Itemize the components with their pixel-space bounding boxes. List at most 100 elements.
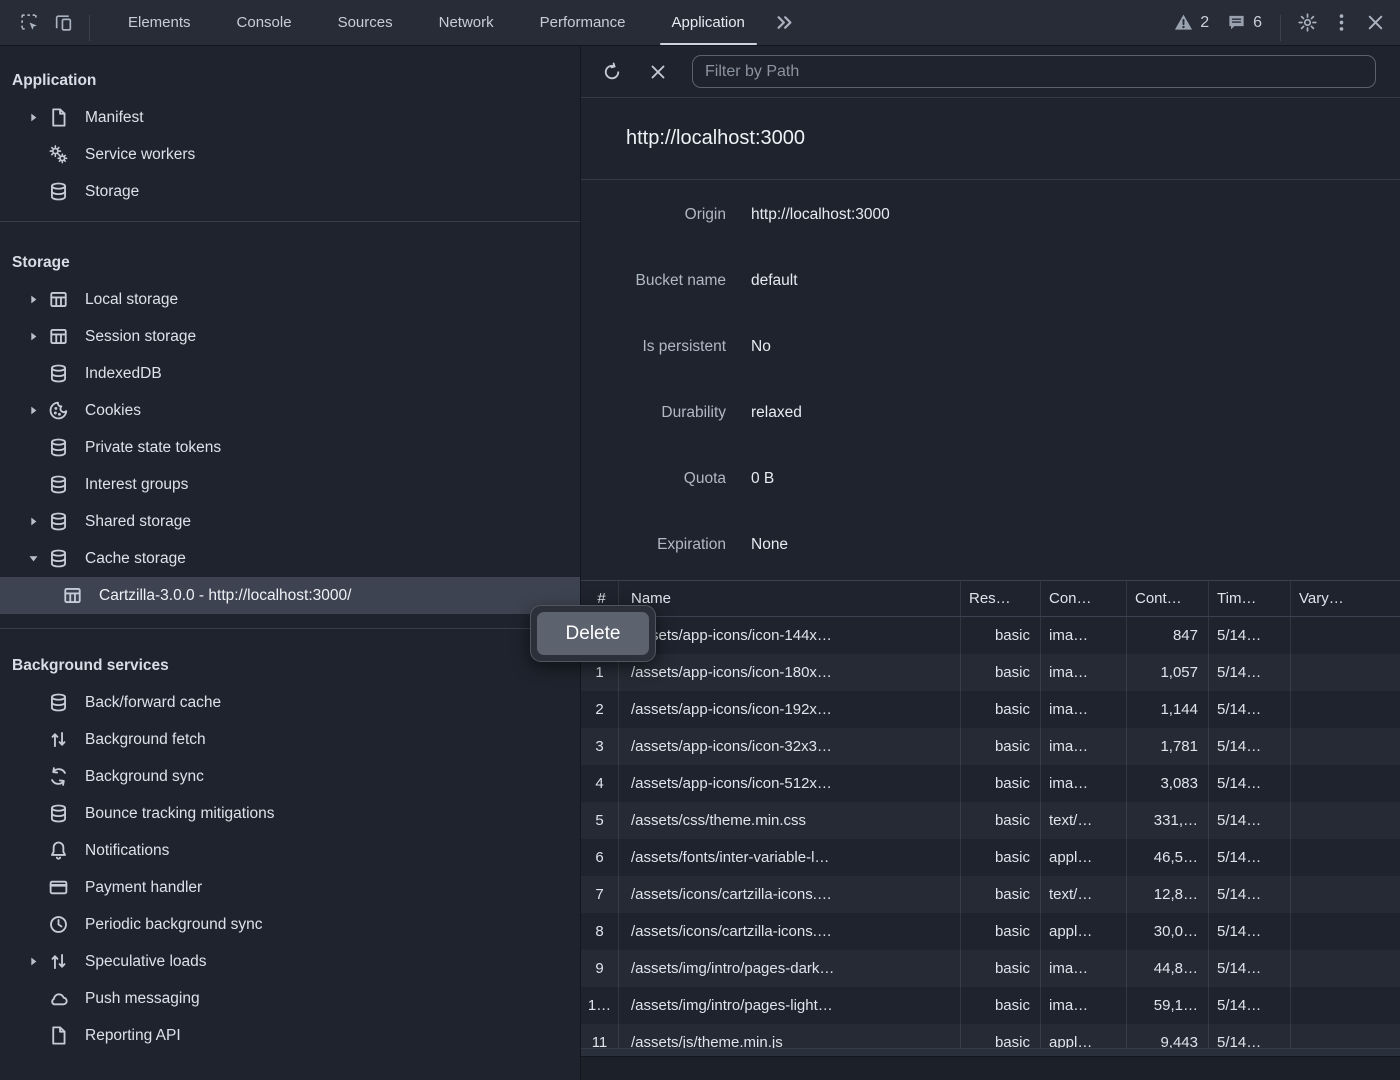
detail-row: Bucket namedefault <box>581 248 1400 314</box>
sidebar-section: Background servicesBack/forward cacheBac… <box>0 647 580 1054</box>
sidebar-item-cache-storage[interactable]: Cache storage <box>0 540 580 577</box>
table-row[interactable]: 1…/assets/img/intro/pages-light…basicima… <box>581 987 1400 1024</box>
column-header[interactable]: Res… <box>961 581 1041 616</box>
table-row[interactable]: 3/assets/app-icons/icon-32x3…basicima…1,… <box>581 728 1400 765</box>
table-cell: ima… <box>1041 950 1127 987</box>
sidebar-item-reporting-api[interactable]: Reporting API <box>0 1017 580 1054</box>
sidebar-item-speculative-loads[interactable]: Speculative loads <box>0 943 580 980</box>
sidebar-item-notifications[interactable]: Notifications <box>0 832 580 869</box>
table-row[interactable]: 4/assets/app-icons/icon-512x…basicima…3,… <box>581 765 1400 802</box>
sidebar-item-bounce-tracking-mitigations[interactable]: Bounce tracking mitigations <box>0 795 580 832</box>
sync-icon <box>48 766 69 787</box>
table-cell: 12,8… <box>1127 876 1209 913</box>
table-cell: 4 <box>581 765 619 802</box>
expander-right-icon[interactable] <box>27 515 47 528</box>
context-menu-delete[interactable]: Delete <box>537 612 649 655</box>
sidebar-item-cartzilla-3-0-0-http-localhost-3000[interactable]: Cartzilla-3.0.0 - http://localhost:3000/ <box>0 577 580 614</box>
expander-right-icon[interactable] <box>27 111 47 124</box>
tab-console[interactable]: Console <box>214 0 315 45</box>
sidebar-item-service-workers[interactable]: Service workers <box>0 136 580 173</box>
sidebar-item-session-storage[interactable]: Session storage <box>0 318 580 355</box>
sidebar-item-background-sync[interactable]: Background sync <box>0 758 580 795</box>
filter-by-path-input[interactable] <box>692 55 1376 88</box>
column-header[interactable]: Con… <box>1041 581 1127 616</box>
sidebar-item-cookies[interactable]: Cookies <box>0 392 580 429</box>
cloud-icon <box>48 988 69 1009</box>
detail-row: Is persistentNo <box>581 314 1400 380</box>
column-header[interactable]: Vary… <box>1291 581 1400 616</box>
table-cell <box>1291 802 1400 839</box>
tab-performance[interactable]: Performance <box>517 0 649 45</box>
sidebar-item-shared-storage[interactable]: Shared storage <box>0 503 580 540</box>
table-row[interactable]: 1/assets/app-icons/icon-180x…basicima…1,… <box>581 654 1400 691</box>
column-header[interactable]: Cont… <box>1127 581 1209 616</box>
table-cell: /assets/fonts/inter-variable-l… <box>619 839 961 876</box>
bell-icon <box>48 840 69 861</box>
close-devtools-icon[interactable] <box>1358 6 1392 40</box>
table-cell: 9 <box>581 950 619 987</box>
expander-down-icon[interactable] <box>27 552 47 565</box>
sidebar-item-storage[interactable]: Storage <box>0 173 580 210</box>
sidebar-item-push-messaging[interactable]: Push messaging <box>0 980 580 1017</box>
sidebar-item-interest-groups[interactable]: Interest groups <box>0 466 580 503</box>
messages-indicator[interactable]: 6 <box>1227 13 1262 32</box>
column-header[interactable]: Name <box>619 581 961 616</box>
tab-network[interactable]: Network <box>416 0 517 45</box>
expander-right-icon[interactable] <box>27 330 47 343</box>
sidebar-item-private-state-tokens[interactable]: Private state tokens <box>0 429 580 466</box>
expander-right-icon[interactable] <box>27 404 47 417</box>
horizontal-scrollbar[interactable] <box>581 1048 1400 1057</box>
sidebar-section: StorageLocal storageSession storageIndex… <box>0 244 580 629</box>
table-row[interactable]: 9/assets/img/intro/pages-dark…basicima…4… <box>581 950 1400 987</box>
expander-right-icon[interactable] <box>27 955 47 968</box>
cache-entries-table: #NameRes…Con…Cont…Tim…Vary…0/assets/app-… <box>581 580 1400 1048</box>
clear-filter-icon[interactable] <box>642 56 674 88</box>
table-row[interactable]: 5/assets/css/theme.min.cssbasictext/…331… <box>581 802 1400 839</box>
sidebar-item-periodic-background-sync[interactable]: Periodic background sync <box>0 906 580 943</box>
more-options-icon[interactable] <box>1324 6 1358 40</box>
more-tabs-icon[interactable] <box>768 6 802 40</box>
sidebar-item-label: Notifications <box>85 842 169 860</box>
database-icon <box>48 181 69 202</box>
warnings-indicator[interactable]: 2 <box>1174 13 1209 32</box>
section-header: Storage <box>0 244 580 281</box>
warning-icon <box>1174 13 1193 32</box>
sidebar-item-back-forward-cache[interactable]: Back/forward cache <box>0 684 580 721</box>
refresh-icon[interactable] <box>596 56 628 88</box>
sidebar-item-label: Shared storage <box>85 513 191 531</box>
tab-elements[interactable]: Elements <box>105 0 214 45</box>
sidebar-item-background-fetch[interactable]: Background fetch <box>0 721 580 758</box>
table-cell: 847 <box>1127 617 1209 654</box>
detail-label: Is persistent <box>581 338 726 356</box>
table-row[interactable]: 8/assets/icons/cartzilla-icons.…basicapp… <box>581 913 1400 950</box>
sidebar-item-label: Interest groups <box>85 476 188 494</box>
table-row[interactable]: 2/assets/app-icons/icon-192x…basicima…1,… <box>581 691 1400 728</box>
sidebar-item-local-storage[interactable]: Local storage <box>0 281 580 318</box>
tab-application[interactable]: Application <box>649 0 768 45</box>
table-cell: 5/14… <box>1209 950 1291 987</box>
table-row[interactable]: 11/assets/js/theme.min.jsbasicappl…9,443… <box>581 1024 1400 1048</box>
detail-label: Expiration <box>581 536 726 554</box>
detail-label: Bucket name <box>581 272 726 290</box>
sidebar-divider <box>0 628 580 629</box>
inspect-element-icon[interactable] <box>12 6 46 40</box>
table-cell: /assets/app-icons/icon-32x3… <box>619 728 961 765</box>
sidebar-item-label: Cartzilla-3.0.0 - http://localhost:3000/ <box>99 587 351 605</box>
detail-row: Quota0 B <box>581 446 1400 512</box>
table-row[interactable]: 0/assets/app-icons/icon-144x…basicima…84… <box>581 617 1400 654</box>
table-cell: 46,5… <box>1127 839 1209 876</box>
sidebar-item-manifest[interactable]: Manifest <box>0 99 580 136</box>
sidebar-item-indexeddb[interactable]: IndexedDB <box>0 355 580 392</box>
table-row[interactable]: 7/assets/icons/cartzilla-icons.…basictex… <box>581 876 1400 913</box>
settings-gear-icon[interactable] <box>1290 6 1324 40</box>
tab-sources[interactable]: Sources <box>315 0 416 45</box>
sidebar-item-payment-handler[interactable]: Payment handler <box>0 869 580 906</box>
table-cell: ima… <box>1041 987 1127 1024</box>
device-toolbar-icon[interactable] <box>46 6 80 40</box>
table-cell <box>1291 987 1400 1024</box>
column-header[interactable]: Tim… <box>1209 581 1291 616</box>
table-row[interactable]: 6/assets/fonts/inter-variable-l…basicapp… <box>581 839 1400 876</box>
sidebar-item-label: Cookies <box>85 402 141 420</box>
table-cell: 5/14… <box>1209 802 1291 839</box>
expander-right-icon[interactable] <box>27 293 47 306</box>
